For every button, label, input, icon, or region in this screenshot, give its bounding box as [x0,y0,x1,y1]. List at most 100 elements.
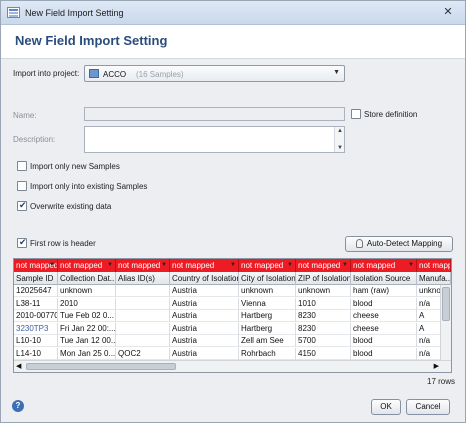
import-existing-checkbox[interactable] [17,181,27,191]
page-title: New Field Import Setting [15,33,168,48]
close-icon[interactable]: ✕ [437,5,459,20]
table-cell: blood [351,297,417,310]
app-icon [7,7,20,18]
table-cell: 8230 [296,310,351,322]
column-header[interactable]: Country of Isolation [170,272,239,285]
column-header[interactable]: Alias ID(s) [116,272,170,285]
table-cell: 1010 [296,297,351,310]
name-label: Name: [13,111,37,120]
scroll-thumb[interactable] [26,363,176,370]
table-row[interactable]: 2010-00770 Tue Feb 02 0... Austria Hartberg… [14,310,451,322]
project-label: Import into project: [13,69,80,78]
import-existing-label: Import only into existing Samples [30,182,148,191]
mapping-row: not mapped ▼ not mapped ▼ not mapped ▼ not … [14,259,451,272]
table-horizontal-scrollbar[interactable]: ◀ ▶ [14,360,451,372]
column-header[interactable]: City of Isolation [239,272,296,285]
window-title: New Field Import Setting [25,8,124,18]
cancel-button[interactable]: Cancel [406,399,450,415]
ok-button[interactable]: OK [371,399,401,415]
description-field[interactable]: ▲ ▼ [84,126,345,153]
project-icon [89,69,99,78]
table-cell: unknown [296,285,351,297]
description-label: Description: [13,135,56,144]
table-cell: 3230TP3 [14,322,58,335]
mapping-cell[interactable]: not mapped ▼ [116,259,170,272]
table-cell: blood [351,347,417,360]
auto-detect-label: Auto-Detect Mapping [366,239,443,248]
name-field[interactable] [84,107,345,121]
table-cell: unknown [239,285,296,297]
auto-detect-button[interactable]: Auto-Detect Mapping [345,236,453,252]
mapping-cell[interactable]: not mapped [417,259,451,272]
help-icon[interactable]: ? [12,400,24,412]
table-cell: cheese [351,310,417,322]
mapping-cell[interactable]: not mapped ▼ [14,259,58,272]
table-cell: Hartberg [239,322,296,335]
table-row[interactable]: L10-10 Tue Jan 12 00... Austria Zell am See… [14,335,451,347]
column-header[interactable]: Manufa... [417,272,451,285]
table-cell: blood [351,335,417,347]
column-header[interactable]: ZIP of Isolation [296,272,351,285]
store-definition-checkbox[interactable] [351,109,361,119]
table-cell: unknown [58,285,116,297]
chevron-down-icon: ▼ [333,69,340,76]
lightbulb-icon [355,239,363,249]
scroll-up-icon[interactable]: ▲ [337,128,343,134]
dialog-window: New Field Import Setting ✕ New Field Imp… [0,0,466,423]
overwrite-checkbox[interactable] [17,200,27,211]
scroll-right-icon[interactable]: ▶ [434,362,439,370]
scroll-down-icon[interactable]: ▼ [337,145,343,151]
import-preview-table[interactable]: not mapped ▼ not mapped ▼ not mapped ▼ not … [13,258,452,373]
project-value: ACCO [103,70,127,79]
scroll-thumb[interactable] [442,287,450,321]
table-cell: Tue Jan 12 00... [60,335,116,347]
table-row[interactable]: L38-11 2010 Austria Vienna 1010 blood n/a [14,297,451,310]
table-cell: L14-10 [14,347,58,360]
table-cell: 2010 [58,297,116,310]
table-cell: 8230 [296,322,351,335]
store-definition-label: Store definition [364,110,418,119]
table-cell [116,310,170,322]
mapping-cell[interactable]: not mapped ▼ [296,259,351,272]
table-cell: Austria [170,335,239,347]
table-cell: Austria [170,347,239,360]
title-bar: New Field Import Setting ✕ [1,1,465,25]
table-cell: Fri Jan 22 00:... [60,322,116,335]
table-cell: 4150 [296,347,351,360]
mapping-cell[interactable]: not mapped ▼ [58,259,116,272]
first-row-header-checkbox[interactable] [17,237,27,248]
row-count: 17 rows [427,377,456,386]
scroll-left-icon[interactable]: ◀ [16,362,21,370]
table-vertical-scrollbar[interactable] [440,285,451,360]
table-cell [116,335,170,347]
table-cell: cheese [351,322,417,335]
table-cell: L10-10 [14,335,58,347]
table-row[interactable]: 3230TP3 Fri Jan 22 00:... Austria Hartberg 8… [14,322,451,335]
mapping-cell[interactable]: not mapped ▼ [239,259,296,272]
import-new-checkbox[interactable] [17,161,27,171]
table-cell: ham (raw) [351,285,417,297]
column-header[interactable]: Sample ID [14,272,58,285]
table-row[interactable]: L14-10 Mon Jan 25 0... QOC2 Austria Rohrbach… [14,347,451,360]
table-cell: Mon Jan 25 0... [60,347,116,360]
table-cell: 5700 [296,335,351,347]
mapping-cell[interactable]: not mapped ▼ [351,259,417,272]
table-cell: Austria [170,322,239,335]
table-cell: Zell am See [239,335,296,347]
table-cell: Tue Feb 02 0... [58,310,116,322]
table-row[interactable]: 12025647 unknown Austria unknown unknown ham … [14,285,451,297]
project-select[interactable]: ACCO (16 Samples) ▼ [84,65,345,82]
project-sample-count: (16 Samples) [136,70,184,79]
table-cell: L38-11 [14,297,58,310]
table-cell: Austria [170,285,239,297]
description-scrollbar[interactable]: ▲ ▼ [334,127,344,152]
column-header[interactable]: Collection Dat... [58,272,116,285]
mapping-cell[interactable]: not mapped ▼ [170,259,239,272]
import-new-label: Import only new Samples [30,162,120,171]
dialog-header: New Field Import Setting [1,25,465,59]
column-header[interactable]: Isolation Source [351,272,417,285]
table-cell: Hartberg [239,310,296,322]
overwrite-label: Overwrite existing data [30,202,112,211]
table-cell [116,322,170,335]
first-row-header-label: First row is header [30,239,96,248]
